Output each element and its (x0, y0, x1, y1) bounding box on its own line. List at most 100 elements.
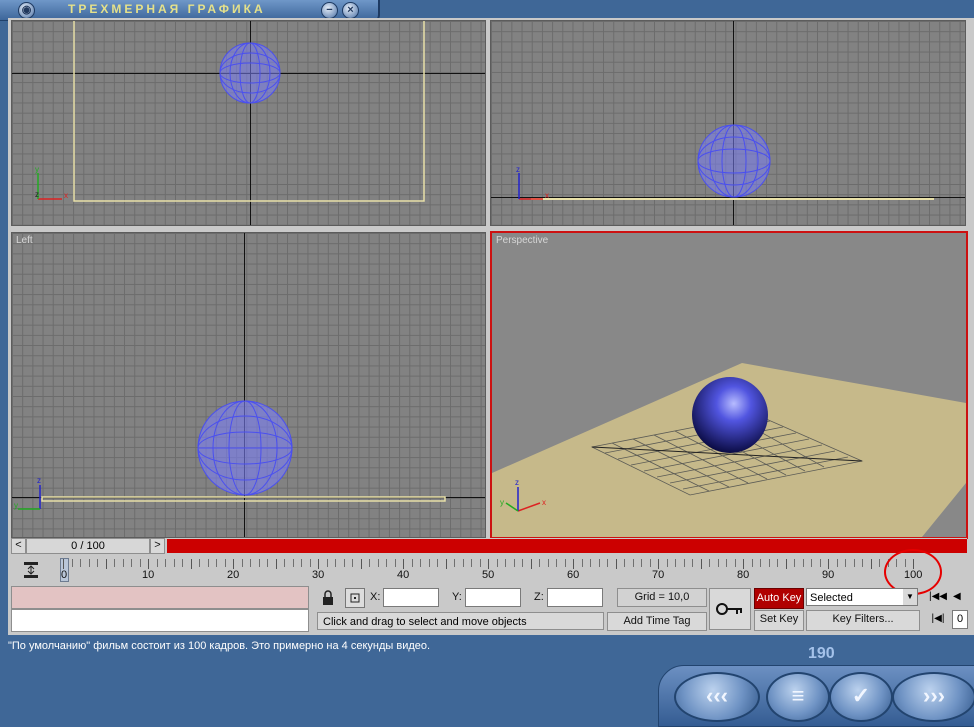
grid-size-display: Grid = 10,0 (617, 588, 707, 607)
svg-text:x: x (542, 498, 546, 507)
timeline-tick-mark (394, 559, 396, 567)
timeline-tick-mark (148, 559, 149, 569)
app-menu-icon[interactable]: ◉ (18, 2, 35, 19)
go-to-start-icon[interactable]: |◀◀ (929, 590, 947, 604)
sphere-wireframe-top (219, 42, 281, 104)
timeline-tick-mark (522, 559, 523, 567)
maxscript-listener-input[interactable] (11, 609, 309, 632)
viewport-left[interactable]: Left z y (11, 232, 486, 538)
confirm-button[interactable]: ✓ (829, 672, 893, 722)
key-mode-select[interactable]: Selected ▼ (806, 588, 918, 606)
left-scene: z y (14, 400, 446, 510)
timeline-tick-mark (505, 559, 506, 567)
viewport-front[interactable]: x z (490, 20, 966, 226)
lock-icon[interactable] (320, 590, 336, 606)
timeline-tick-mark (369, 559, 370, 567)
top-scene: x y z (35, 21, 425, 202)
viewport-perspective[interactable]: Perspective x z y (490, 231, 968, 539)
timeline-tick-mark (173, 559, 175, 567)
timeline-tick-mark (233, 559, 234, 569)
svg-text:z: z (37, 476, 41, 485)
timeline-tick-mark (573, 559, 574, 569)
forward-button[interactable]: ››› (892, 672, 974, 722)
timeline-tick: 70 (652, 569, 665, 581)
timeline-tick-mark (241, 559, 243, 567)
svg-text:x: x (64, 191, 68, 200)
timeline-tick-mark (590, 559, 591, 567)
axis-gizmo-icon (37, 173, 62, 200)
timeline-tick-mark (777, 559, 778, 567)
prompt-line: Click and drag to select and move object… (317, 612, 604, 630)
maxscript-listener-output[interactable] (11, 586, 309, 609)
viewport-top[interactable]: x y z (11, 20, 486, 226)
timeline-tick-mark (207, 559, 209, 567)
timeline-tick-mark (675, 559, 676, 567)
timeline-tick-mark (828, 559, 829, 569)
add-time-tag-button[interactable]: Add Time Tag (607, 612, 707, 631)
timeline-tick-mark (471, 559, 472, 567)
timeline-tick-mark (479, 559, 481, 567)
timeline-tick-mark (717, 559, 719, 567)
time-slider-track[interactable] (167, 539, 967, 553)
key-mode-value: Selected (810, 592, 853, 604)
timeline-tick: 80 (737, 569, 750, 581)
timeline-tick-mark (377, 559, 379, 567)
curve-editor-icon[interactable] (22, 561, 42, 579)
time-slider-prev-button[interactable]: < (11, 538, 26, 554)
track-bar[interactable]: 0 10 20 30 40 50 60 70 80 90 100 (58, 557, 958, 583)
timeline-tick-mark (403, 559, 404, 569)
set-key-mode-button[interactable] (709, 588, 751, 630)
timeline-tick-mark (292, 559, 294, 567)
timeline-tick-mark (862, 559, 863, 567)
timeline-tick-mark (845, 559, 846, 567)
timeline-tick-mark (496, 559, 498, 567)
timeline-tick-mark (250, 559, 251, 567)
timeline-tick-mark (870, 559, 872, 569)
timeline-tick-mark (97, 559, 98, 567)
axis-gizmo-icon (518, 173, 543, 200)
timeline-tick-mark (335, 559, 336, 567)
time-slider-row: < 0 / 100 > (10, 538, 967, 554)
time-slider-thumb[interactable]: 0 / 100 (26, 538, 150, 554)
current-frame-field[interactable]: 0 (952, 610, 968, 629)
timeline-tick-mark (760, 559, 761, 567)
timeline-tick-mark (624, 559, 625, 567)
timeline-tick-mark (709, 559, 710, 567)
menu-button[interactable]: ≡ (766, 672, 830, 722)
timeline-tick-mark (63, 559, 64, 569)
y-coord-field[interactable] (465, 588, 521, 607)
z-label: Z: (534, 591, 544, 603)
timeline-tick-mark (114, 559, 115, 567)
timeline-tick-mark (318, 559, 319, 569)
timeline-tick-mark (131, 559, 132, 567)
timeline-tick-mark (301, 559, 302, 567)
key-icon (716, 603, 742, 615)
key-filters-button[interactable]: Key Filters... (806, 610, 920, 631)
back-button[interactable]: ‹‹‹ (674, 672, 760, 722)
timeline-tick-mark (437, 559, 438, 567)
timeline-tick-mark (556, 559, 557, 567)
timeline-tick-mark (326, 559, 328, 567)
timeline-tick-mark (386, 559, 387, 567)
timeline-tick-mark (539, 559, 540, 567)
chevron-down-icon[interactable]: ▼ (903, 589, 917, 605)
svg-text:y: y (500, 498, 504, 507)
key-mode-toggle-icon[interactable]: |◀| (929, 612, 947, 626)
timeline-tick-mark (122, 559, 124, 567)
auto-key-button[interactable]: Auto Key (754, 588, 804, 609)
close-button[interactable]: × (342, 2, 359, 19)
minimize-button[interactable]: − (321, 2, 338, 19)
x-coord-field[interactable] (383, 588, 439, 607)
timeline-tick-mark (343, 559, 345, 567)
sphere-shaded (692, 377, 768, 453)
timeline-tick-mark (462, 559, 464, 567)
set-key-button[interactable]: Set Key (754, 610, 804, 631)
absolute-mode-icon[interactable] (345, 588, 365, 608)
previous-frame-icon[interactable]: ◀ (953, 590, 967, 604)
status-text: "По умолчанию" фильм состоит из 100 кадр… (8, 640, 431, 652)
timeline-tick-mark (139, 559, 141, 567)
time-slider-next-button[interactable]: > (150, 538, 165, 554)
timeline-tick-mark (853, 559, 855, 567)
z-coord-field[interactable] (547, 588, 603, 607)
timeline-tick-mark (275, 559, 277, 569)
